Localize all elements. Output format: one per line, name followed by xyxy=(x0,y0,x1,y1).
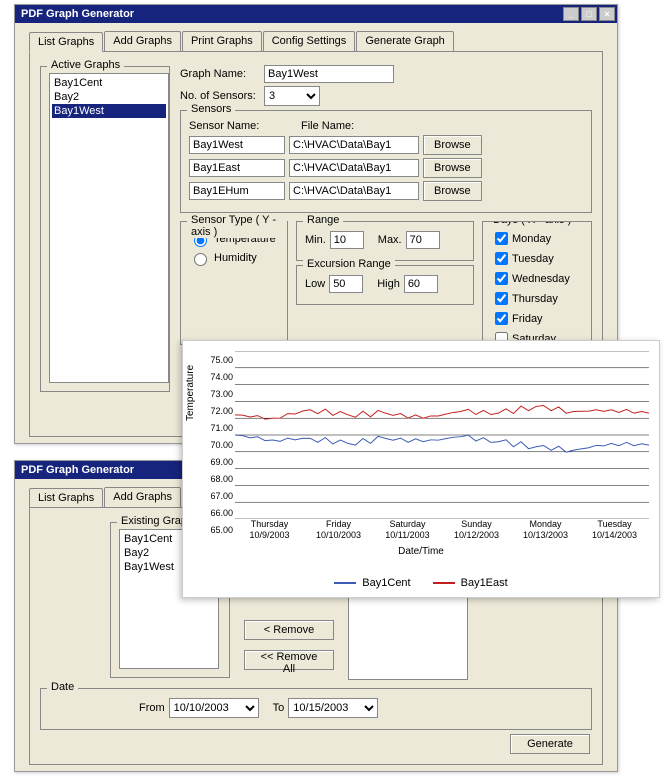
range-max-input[interactable] xyxy=(406,231,440,249)
x-tick: Monday10/13/2003 xyxy=(511,519,580,545)
tab-generate-graph[interactable]: Generate Graph xyxy=(356,31,454,51)
date-from-select[interactable]: 10/10/2003 xyxy=(169,698,259,718)
x-tick: Saturday10/11/2003 xyxy=(373,519,442,545)
x-tick: Friday10/10/2003 xyxy=(304,519,373,545)
excursion-low-input[interactable] xyxy=(329,275,363,293)
y-tick: 72.00 xyxy=(207,406,233,416)
maximize-icon[interactable]: □ xyxy=(581,7,597,21)
chart-ylabel: Temperature xyxy=(185,365,196,421)
chart-panel: Temperature 65.00 66.00 67.00 68.00 69.00 70.… xyxy=(182,340,660,598)
graph-name-label: Graph Name: xyxy=(180,68,260,80)
days-legend: Days ( X - axis ) xyxy=(489,221,575,226)
chart-plot-area xyxy=(235,351,649,519)
excursion-legend: Excursion Range xyxy=(303,258,395,270)
file-name-header: File Name: xyxy=(301,120,354,132)
date-from-label: From xyxy=(139,702,165,714)
window-title: PDF Graph Generator xyxy=(21,8,134,20)
browse-button[interactable]: Browse xyxy=(423,158,482,178)
tab-add-graphs[interactable]: Add Graphs xyxy=(104,487,181,507)
y-tick: 71.00 xyxy=(207,423,233,433)
tab-print-graphs[interactable]: Print Graphs xyxy=(182,31,262,51)
tab-list-graphs[interactable]: List Graphs xyxy=(29,488,103,508)
list-item[interactable]: Bay2 xyxy=(52,90,166,104)
titlebar: PDF Graph Generator _ □ × xyxy=(15,5,617,23)
range-min-input[interactable] xyxy=(330,231,364,249)
y-tick: 73.00 xyxy=(207,389,233,399)
minimize-icon[interactable]: _ xyxy=(563,7,579,21)
y-tick: 75.00 xyxy=(207,355,233,365)
day-checkbox[interactable]: Wednesday xyxy=(491,269,583,288)
excursion-low-label: Low xyxy=(305,278,325,290)
x-tick: Thursday10/9/2003 xyxy=(235,519,304,545)
active-graphs-list[interactable]: Bay1CentBay2Bay1West xyxy=(49,73,169,383)
day-checkbox[interactable]: Tuesday xyxy=(491,249,583,268)
day-checkbox[interactable]: Monday xyxy=(491,229,583,248)
y-tick: 70.00 xyxy=(207,440,233,450)
browse-button[interactable]: Browse xyxy=(423,135,482,155)
tab-list-graphs[interactable]: List Graphs xyxy=(29,32,103,52)
num-sensors-label: No. of Sensors: xyxy=(180,90,260,102)
excursion-high-label: High xyxy=(377,278,400,290)
y-tick: 65.00 xyxy=(207,525,233,535)
tab-config-settings[interactable]: Config Settings xyxy=(263,31,356,51)
remove-all-button[interactable]: << Remove All xyxy=(244,650,334,670)
range-min-label: Min. xyxy=(305,234,326,246)
active-graphs-legend: Active Graphs xyxy=(47,59,124,71)
range-max-label: Max. xyxy=(378,234,402,246)
date-legend: Date xyxy=(47,681,78,693)
chart-x-axis: Thursday10/9/2003Friday10/10/2003Saturda… xyxy=(235,519,649,545)
close-icon[interactable]: × xyxy=(599,7,615,21)
window-title-2: PDF Graph Generator xyxy=(21,464,134,476)
y-tick: 67.00 xyxy=(207,491,233,501)
graph-name-input[interactable] xyxy=(264,65,394,83)
sensor-file-input[interactable] xyxy=(289,182,419,200)
sensor-name-header: Sensor Name: xyxy=(189,120,291,132)
x-tick: Tuesday10/14/2003 xyxy=(580,519,649,545)
legend-entry: Bay1Cent xyxy=(334,577,410,589)
list-item[interactable]: Bay1Cent xyxy=(52,76,166,90)
chart-legend: Bay1Cent Bay1East xyxy=(183,577,659,589)
sensor-name-input[interactable] xyxy=(189,136,285,154)
y-tick: 74.00 xyxy=(207,372,233,382)
radio-humidity[interactable]: Humidity xyxy=(189,250,279,266)
y-tick: 69.00 xyxy=(207,457,233,467)
range-legend: Range xyxy=(303,214,343,226)
day-checkbox[interactable]: Thursday xyxy=(491,289,583,308)
date-to-select[interactable]: 10/15/2003 xyxy=(288,698,378,718)
tab-add-graphs[interactable]: Add Graphs xyxy=(104,31,181,51)
y-tick: 68.00 xyxy=(207,474,233,484)
y-tick: 66.00 xyxy=(207,508,233,518)
sensor-name-input[interactable] xyxy=(189,182,285,200)
sensor-file-input[interactable] xyxy=(289,136,419,154)
list-item[interactable]: Bay1West xyxy=(52,104,166,118)
day-checkbox[interactable]: Friday xyxy=(491,309,583,328)
chart-y-axis: 65.0066.0067.0068.0069.0070.0071.0072.00… xyxy=(209,351,235,519)
tab-row: List GraphsAdd GraphsPrint GraphsConfig … xyxy=(15,23,617,51)
browse-button[interactable]: Browse xyxy=(423,181,482,201)
remove-button[interactable]: < Remove xyxy=(244,620,334,640)
sensors-legend: Sensors xyxy=(187,103,235,115)
generate-button[interactable]: Generate xyxy=(510,734,590,754)
x-tick: Sunday10/12/2003 xyxy=(442,519,511,545)
sensor-file-input[interactable] xyxy=(289,159,419,177)
legend-entry: Bay1East xyxy=(433,577,508,589)
chart-xlabel: Date/Time xyxy=(183,546,659,557)
num-sensors-select[interactable]: 3 xyxy=(264,86,320,106)
sensor-type-legend: Sensor Type ( Y - axis ) xyxy=(187,214,287,238)
sensor-name-input[interactable] xyxy=(189,159,285,177)
excursion-high-input[interactable] xyxy=(404,275,438,293)
date-to-label: To xyxy=(273,702,285,714)
